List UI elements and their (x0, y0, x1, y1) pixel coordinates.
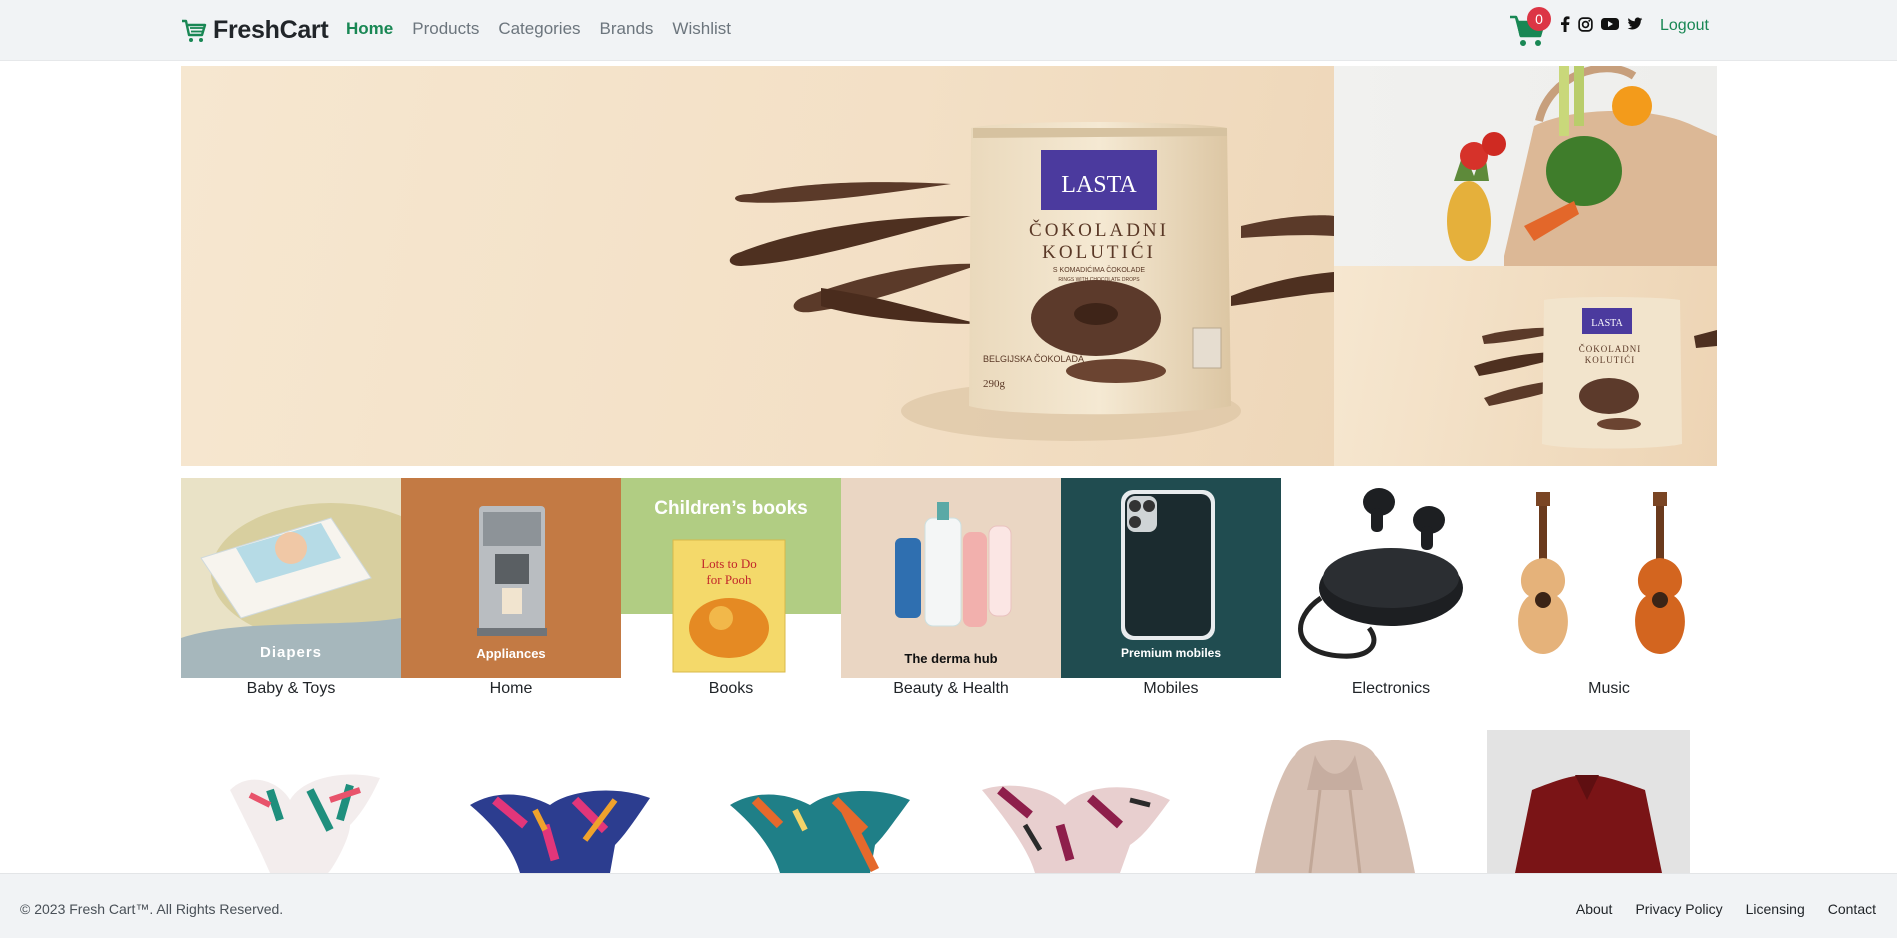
category-label-home[interactable]: Home (401, 680, 621, 698)
cart-logo-icon (182, 19, 207, 42)
nav-products[interactable]: Products (412, 19, 479, 39)
footer-links: About Privacy Policy Licensing Contact (1576, 901, 1876, 917)
book-title-line1: Lots to Do (701, 556, 757, 571)
logout-link[interactable]: Logout (1660, 17, 1709, 35)
nav-brands[interactable]: Brands (600, 19, 654, 39)
small-bag-title-2: KOLUTIĆI (1585, 355, 1636, 365)
brand-name: FreshCart (213, 16, 329, 44)
twitter-icon[interactable] (1627, 17, 1643, 31)
book-title-line2: for Pooh (706, 572, 752, 587)
category-overlay-derma-hub: The derma hub (904, 651, 998, 666)
small-bag-logo: LASTA (1591, 318, 1623, 329)
category-label-music[interactable]: Music (1499, 680, 1719, 698)
social-links (1560, 16, 1643, 32)
bag-title-line1: ČOKOLADNI (1029, 219, 1169, 241)
category-overlay-diapers: Diapers (259, 644, 323, 661)
footer-link-privacy-policy[interactable]: Privacy Policy (1635, 901, 1722, 917)
category-card-home[interactable]: Appliances (401, 478, 621, 678)
hero-main-slide[interactable]: LASTA ČOKOLADNI KOLUTIĆI S KOMADIĆIMA ČO… (181, 66, 1334, 466)
product-card-scarf-5[interactable] (1255, 730, 1415, 873)
bag-origin: BELGIJSKA ČOKOLADA (983, 354, 1084, 364)
category-overlay-childrens-books: Children’s books (654, 498, 808, 519)
category-label-baby-toys[interactable]: Baby & Toys (181, 680, 401, 698)
category-card-mobiles[interactable]: Premium mobiles (1061, 478, 1281, 678)
footer-link-licensing[interactable]: Licensing (1746, 901, 1805, 917)
product-card-scarf-4[interactable] (980, 730, 1170, 873)
bag-tagline: S KOMADIĆIMA ČOKOLADE (1053, 265, 1146, 274)
category-label-electronics[interactable]: Electronics (1281, 680, 1501, 698)
product-card-scarf-2[interactable] (465, 730, 655, 873)
bag-weight: 290g (983, 378, 1006, 390)
category-card-beauty-health[interactable]: The derma hub (841, 478, 1061, 678)
category-overlay-premium-mobiles: Premium mobiles (1120, 646, 1222, 660)
hero-grocery-bag-image (1334, 66, 1717, 266)
nav-wishlist[interactable]: Wishlist (672, 19, 731, 39)
cart-count-badge: 0 (1527, 7, 1551, 31)
nav-categories[interactable]: Categories (498, 19, 580, 39)
category-label-beauty-health[interactable]: Beauty & Health (841, 680, 1061, 698)
main-nav: Home Products Categories Brands Wishlist (346, 19, 731, 39)
category-label-books[interactable]: Books (621, 680, 841, 698)
facebook-icon[interactable] (1560, 16, 1570, 32)
category-card-music[interactable] (1501, 478, 1717, 678)
youtube-icon[interactable] (1601, 17, 1619, 31)
nav-home[interactable]: Home (346, 19, 393, 39)
brand-logo[interactable]: FreshCart (181, 16, 329, 45)
product-card-scarf-3[interactable] (725, 730, 915, 873)
category-overlay-appliances: Appliances (476, 646, 546, 661)
footer: © 2023 Fresh Cart™. All Rights Reserved.… (0, 873, 1897, 938)
chocolate-rings-banner: LASTA ČOKOLADNI KOLUTIĆI S KOMADIĆIMA ČO… (729, 122, 1334, 441)
category-card-baby-toys[interactable]: Diapers (181, 478, 401, 678)
footer-link-contact[interactable]: Contact (1828, 901, 1876, 917)
product-card-blouse[interactable] (1487, 730, 1690, 873)
bag-logo-text: LASTA (1061, 172, 1137, 198)
category-card-electronics[interactable] (1281, 478, 1501, 678)
product-card-scarf-1[interactable] (210, 730, 390, 873)
navbar: FreshCart Home Products Categories Brand… (0, 0, 1897, 61)
footer-link-about[interactable]: About (1576, 901, 1613, 917)
instagram-icon[interactable] (1578, 16, 1593, 32)
bag-title-line2: KOLUTIĆI (1042, 241, 1156, 263)
category-card-books[interactable]: Lots to Do for Pooh Children’s books (621, 478, 841, 678)
copyright-text: © 2023 Fresh Cart™. All Rights Reserved. (20, 901, 284, 917)
hero-chocolate-rings-small: LASTA ČOKOLADNI KOLUTIĆI (1334, 266, 1717, 466)
small-bag-title-1: ČOKOLADNI (1579, 344, 1642, 354)
category-label-mobiles[interactable]: Mobiles (1061, 680, 1281, 698)
